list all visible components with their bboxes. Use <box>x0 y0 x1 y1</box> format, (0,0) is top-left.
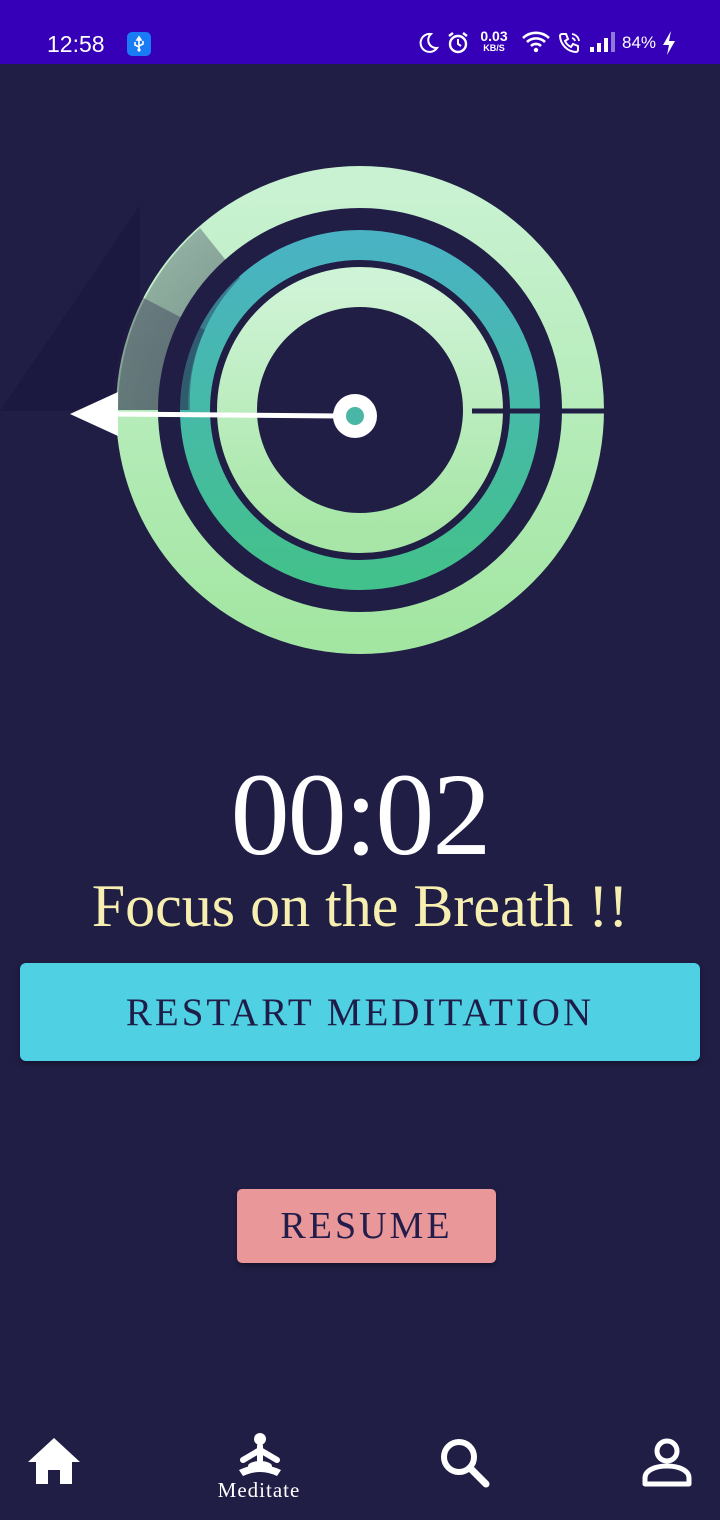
wifi-icon <box>521 30 551 59</box>
nav-meditate-label: Meditate <box>217 1478 301 1502</box>
focus-prompt: Focus on the Breath !! <box>91 873 629 939</box>
data-speed-unit: KB/S <box>483 43 505 53</box>
charging-icon <box>661 30 677 61</box>
signal-icon <box>589 30 617 59</box>
meditate-icon <box>233 1432 287 1483</box>
profile-icon <box>642 1438 692 1493</box>
pointer-arrow-line <box>109 411 341 419</box>
wifi-call-icon <box>557 30 583 61</box>
nav-meditate[interactable]: Meditate <box>204 1420 314 1520</box>
status-bar: 12:58 0.03 KB/S 84% <box>0 0 720 64</box>
data-speed: 0.03 KB/S <box>478 29 510 53</box>
breathing-rings-graphic <box>0 166 620 654</box>
usb-icon <box>127 32 151 56</box>
bottom-navigation: Meditate <box>0 1420 720 1520</box>
resume-button[interactable]: RESUME <box>237 1189 496 1263</box>
data-speed-value: 0.03 <box>480 28 508 44</box>
restart-meditation-button[interactable]: RESTART MEDITATION <box>20 963 700 1061</box>
alarm-icon <box>446 30 470 61</box>
moon-icon <box>417 30 440 61</box>
status-time: 12:58 <box>47 31 105 57</box>
search-icon <box>438 1436 492 1495</box>
breathing-dial <box>0 140 720 700</box>
timer-display: 00:02 <box>230 749 492 880</box>
battery-level: 84% <box>622 33 657 52</box>
nav-profile[interactable] <box>632 1420 702 1520</box>
home-icon <box>26 1436 82 1491</box>
nav-home[interactable] <box>20 1420 90 1520</box>
nav-search[interactable] <box>430 1420 500 1520</box>
